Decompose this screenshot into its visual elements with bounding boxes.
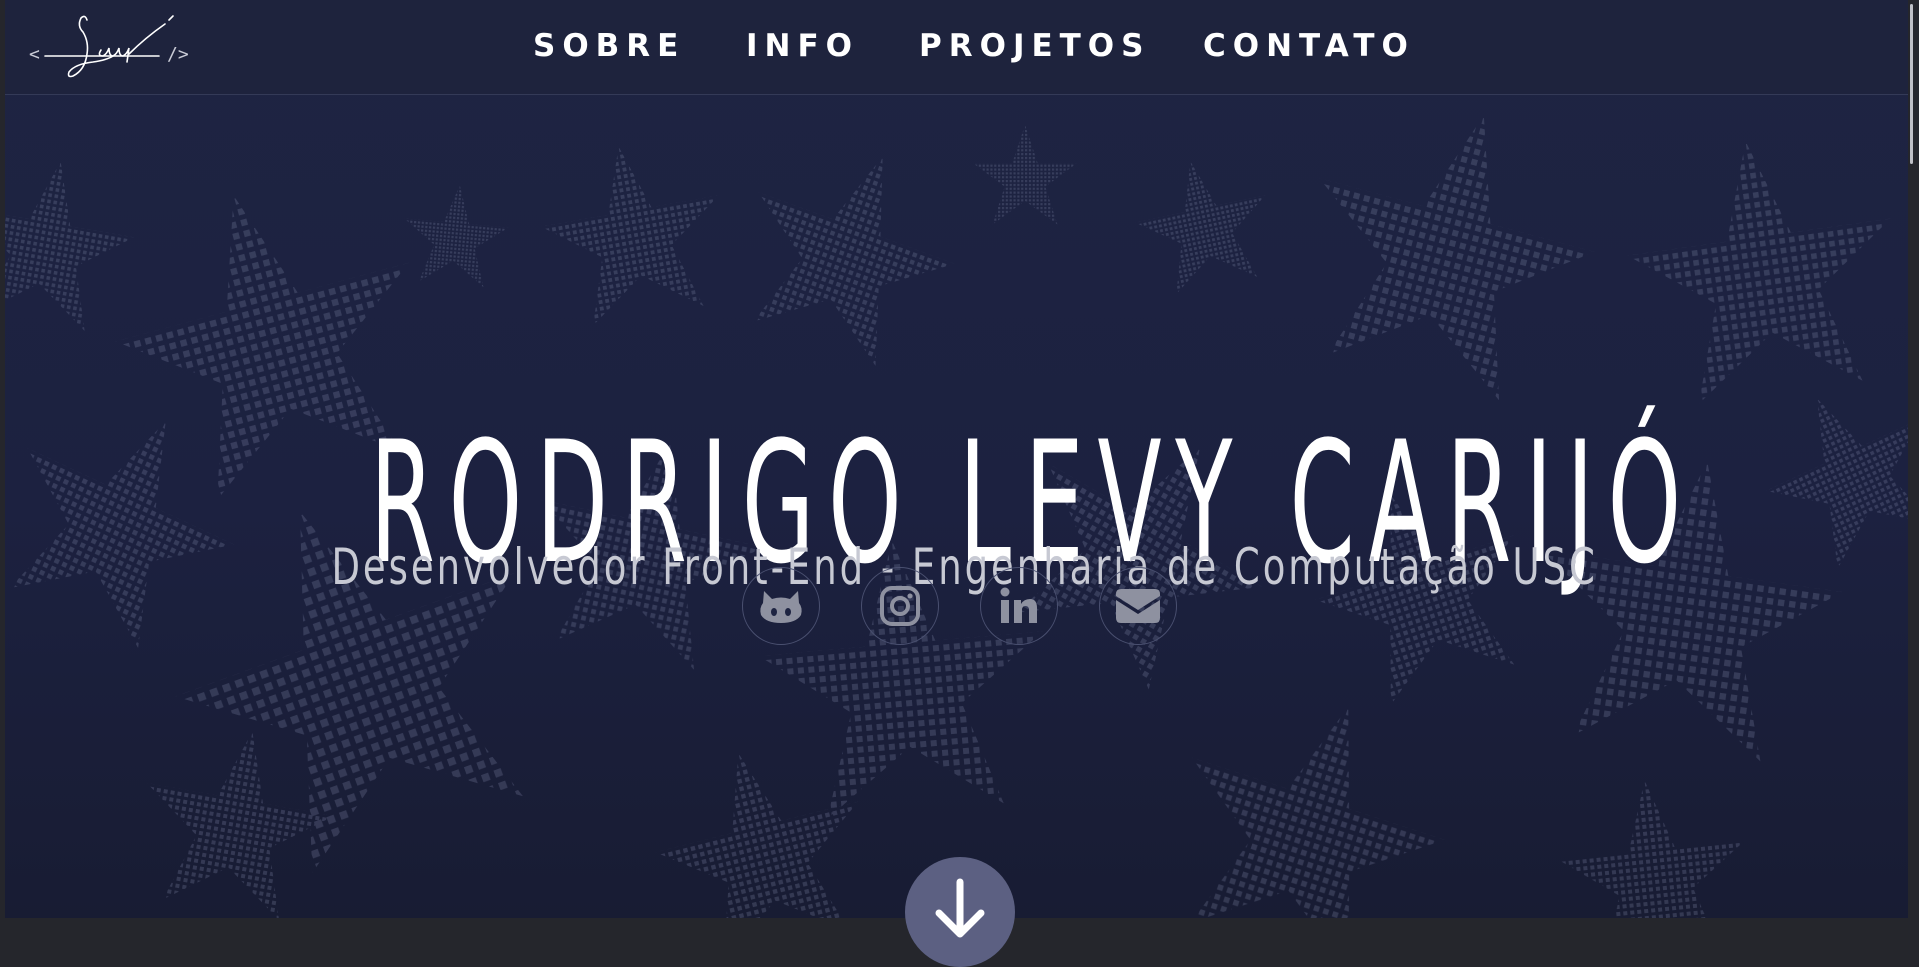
- github-link[interactable]: [742, 567, 820, 645]
- instagram-icon: [879, 585, 921, 627]
- linkedin-link[interactable]: [980, 567, 1058, 645]
- arrow-down-icon: [933, 878, 987, 946]
- window-scrollbar[interactable]: [1910, 4, 1913, 164]
- nav-item-projetos[interactable]: PROJETOS: [919, 28, 1150, 64]
- email-icon: [1114, 588, 1162, 624]
- instagram-link[interactable]: [861, 567, 939, 645]
- main-nav: SOBRE INFO PROJETOS CONTATO: [5, 28, 1908, 68]
- nav-item-contato[interactable]: CONTATO: [1203, 28, 1415, 64]
- github-icon: [758, 587, 804, 625]
- hero-section: RODRIGO LEVY CARIJÓ Desenvolvedor Front-…: [5, 0, 1908, 918]
- nav-item-info[interactable]: INFO: [746, 28, 859, 64]
- scroll-down-button[interactable]: [905, 857, 1015, 967]
- hero-subtitle: Desenvolvedor Front-End - Engenharia de …: [331, 538, 1598, 596]
- email-link[interactable]: [1099, 567, 1177, 645]
- linkedin-icon: [999, 587, 1039, 625]
- nav-item-sobre[interactable]: SOBRE: [533, 28, 685, 64]
- top-navbar: < /> SOBRE INFO PROJETOS CONTATO: [5, 0, 1908, 95]
